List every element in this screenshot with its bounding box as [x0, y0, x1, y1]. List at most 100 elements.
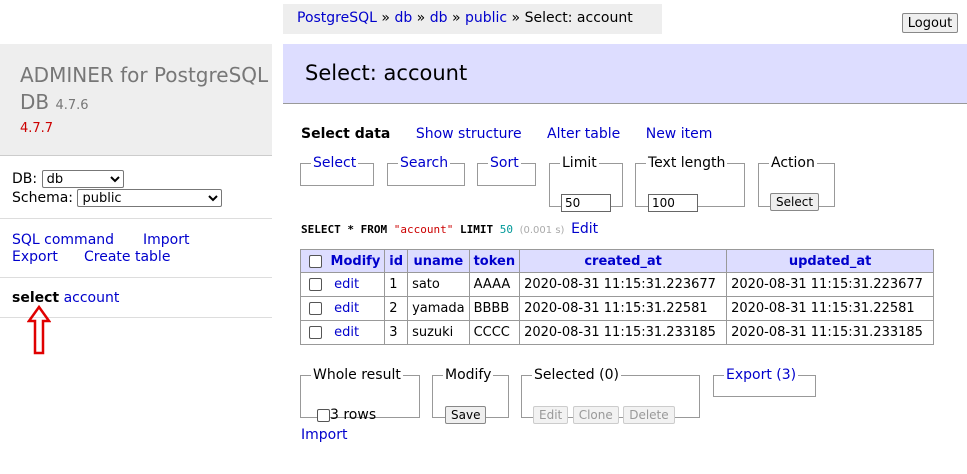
rows-count-label: 3 rows	[330, 407, 377, 423]
schema-label: Schema:	[12, 190, 74, 206]
select-table-link[interactable]: select	[12, 290, 59, 306]
cell-created-at: 2020-08-31 11:15:31.223677	[519, 272, 728, 297]
limit-fieldset: Limit	[549, 155, 623, 212]
search-fieldset: Search	[387, 155, 465, 186]
export-link[interactable]: Export	[12, 249, 58, 265]
clone-selected-button[interactable]: Clone	[572, 406, 619, 424]
cell-uname: suzuki	[407, 320, 470, 345]
cell-id: 2	[384, 296, 409, 321]
cell-created-at: 2020-08-31 11:15:31.233185	[519, 320, 728, 345]
db-row: DB: db	[12, 170, 124, 188]
sql-command-link[interactable]: SQL command	[12, 232, 114, 248]
search-toggle[interactable]: Search	[400, 155, 448, 171]
cell-uname: sato	[407, 272, 470, 297]
sql-edit-link[interactable]: Edit	[571, 221, 598, 237]
save-button[interactable]: Save	[445, 406, 487, 424]
table-row: edit 3 suzuki CCCC 2020-08-31 11:15:31.2…	[299, 320, 935, 345]
cell-updated-at: 2020-08-31 11:15:31.22581	[726, 296, 935, 321]
sql-limit-value: 50	[499, 223, 513, 236]
selected-fieldset: Selected (0) Edit Clone Delete	[521, 367, 700, 424]
limit-legend: Limit	[562, 155, 597, 171]
row-edit-link[interactable]: edit	[334, 277, 359, 292]
tab-new-item[interactable]: New item	[646, 126, 713, 142]
cell-token: BBBB	[468, 296, 521, 321]
breadcrumb-separator: »	[381, 10, 390, 26]
row-checkbox[interactable]	[309, 278, 322, 291]
import-bottom-link[interactable]: Import	[301, 427, 347, 443]
annotation-arrow-icon	[27, 305, 51, 355]
cell-id: 1	[384, 272, 409, 297]
text-length-input[interactable]	[648, 194, 698, 212]
sql-time: (0.001 s)	[519, 225, 565, 236]
select-fieldset: Select	[300, 155, 374, 186]
row-checkbox[interactable]	[309, 302, 322, 315]
table-structure-link[interactable]: account	[64, 290, 120, 306]
whole-result-row: 3 rows	[317, 407, 376, 423]
whole-result-fieldset: Whole result 3 rows	[300, 367, 420, 423]
breadcrumb-server[interactable]: db	[394, 10, 412, 26]
breadcrumb-schema[interactable]: public	[465, 10, 507, 26]
tab-select-data: Select data	[301, 126, 391, 142]
select-all-checkbox[interactable]	[309, 254, 322, 268]
app-name[interactable]: ADMINER for PostgreSQL DB 4.7.6	[20, 62, 270, 119]
modify-header: Modify	[299, 249, 386, 273]
action-tabs: Select data Show structure Alter table N…	[301, 126, 712, 142]
selected-legend: Selected (0)	[534, 367, 619, 383]
modify-header-link[interactable]: Modify	[331, 254, 381, 269]
table-list-item: select account	[12, 290, 119, 306]
sql-keyword: FROM	[360, 223, 388, 236]
whole-result-legend: Whole result	[313, 367, 401, 383]
schema-select[interactable]: public	[77, 189, 223, 207]
tab-alter-table[interactable]: Alter table	[547, 126, 620, 142]
text-length-fieldset: Text length	[635, 155, 745, 212]
create-table-link[interactable]: Create table	[84, 249, 170, 265]
text-length-legend: Text length	[648, 155, 726, 171]
row-edit-link[interactable]: edit	[334, 301, 359, 316]
column-header-id[interactable]: id	[384, 249, 409, 273]
results-table: Modify id uname token created_at updated…	[299, 249, 935, 345]
delete-selected-button[interactable]: Delete	[623, 406, 675, 424]
column-header-token[interactable]: token	[468, 249, 521, 273]
db-label: DB:	[12, 171, 38, 187]
column-header-updated-at[interactable]: updated_at	[726, 249, 935, 273]
breadcrumb-postgresql[interactable]: PostgreSQL	[297, 10, 377, 26]
row-checkbox[interactable]	[309, 326, 322, 339]
export-fieldset: Export (3)	[713, 367, 816, 397]
app-version-inline: 4.7.6	[55, 98, 89, 113]
db-select[interactable]: db	[41, 170, 124, 188]
sql-star: *	[347, 223, 354, 236]
breadcrumb: PostgreSQL » db » db » public » Select: …	[283, 4, 662, 34]
sidebar-divider	[0, 218, 272, 219]
table-header-row: Modify id uname token created_at updated…	[299, 249, 935, 273]
cell-created-at: 2020-08-31 11:15:31.22581	[519, 296, 728, 321]
column-header-uname[interactable]: uname	[407, 249, 470, 273]
breadcrumb-separator: »	[511, 10, 521, 26]
select-columns-toggle[interactable]: Select	[313, 155, 356, 171]
logout-button[interactable]: Logout	[902, 13, 958, 33]
select-submit-button[interactable]: Select	[770, 193, 820, 211]
sort-toggle[interactable]: Sort	[490, 155, 519, 171]
table-row: edit 2 yamada BBBB 2020-08-31 11:15:31.2…	[299, 296, 935, 321]
breadcrumb-db[interactable]: db	[430, 10, 448, 26]
breadcrumb-current: Select: account	[524, 10, 633, 26]
export-toggle[interactable]: Export (3)	[726, 367, 796, 383]
page-title-bar: Select: account	[283, 44, 967, 104]
breadcrumb-separator: »	[416, 10, 426, 26]
column-header-created-at[interactable]: created_at	[519, 249, 728, 273]
import-link[interactable]: Import	[143, 232, 189, 248]
sql-keyword: SELECT	[301, 223, 341, 236]
cell-uname: yamada	[407, 296, 470, 321]
limit-input[interactable]	[561, 194, 611, 212]
schema-row: Schema: public	[12, 189, 223, 207]
selected-buttons: Edit Clone Delete	[533, 406, 675, 424]
cell-token: AAAA	[468, 272, 521, 297]
tab-show-structure[interactable]: Show structure	[416, 126, 522, 142]
row-edit-link[interactable]: edit	[334, 325, 359, 340]
new-version-link[interactable]: 4.7.7	[20, 121, 53, 136]
whole-result-checkbox[interactable]	[317, 408, 330, 422]
cell-token: CCCC	[468, 320, 521, 345]
action-fieldset: Action Select	[758, 155, 835, 211]
sql-table-name: "account"	[393, 223, 454, 236]
cell-updated-at: 2020-08-31 11:15:31.223677	[726, 272, 935, 297]
edit-selected-button[interactable]: Edit	[533, 406, 569, 424]
